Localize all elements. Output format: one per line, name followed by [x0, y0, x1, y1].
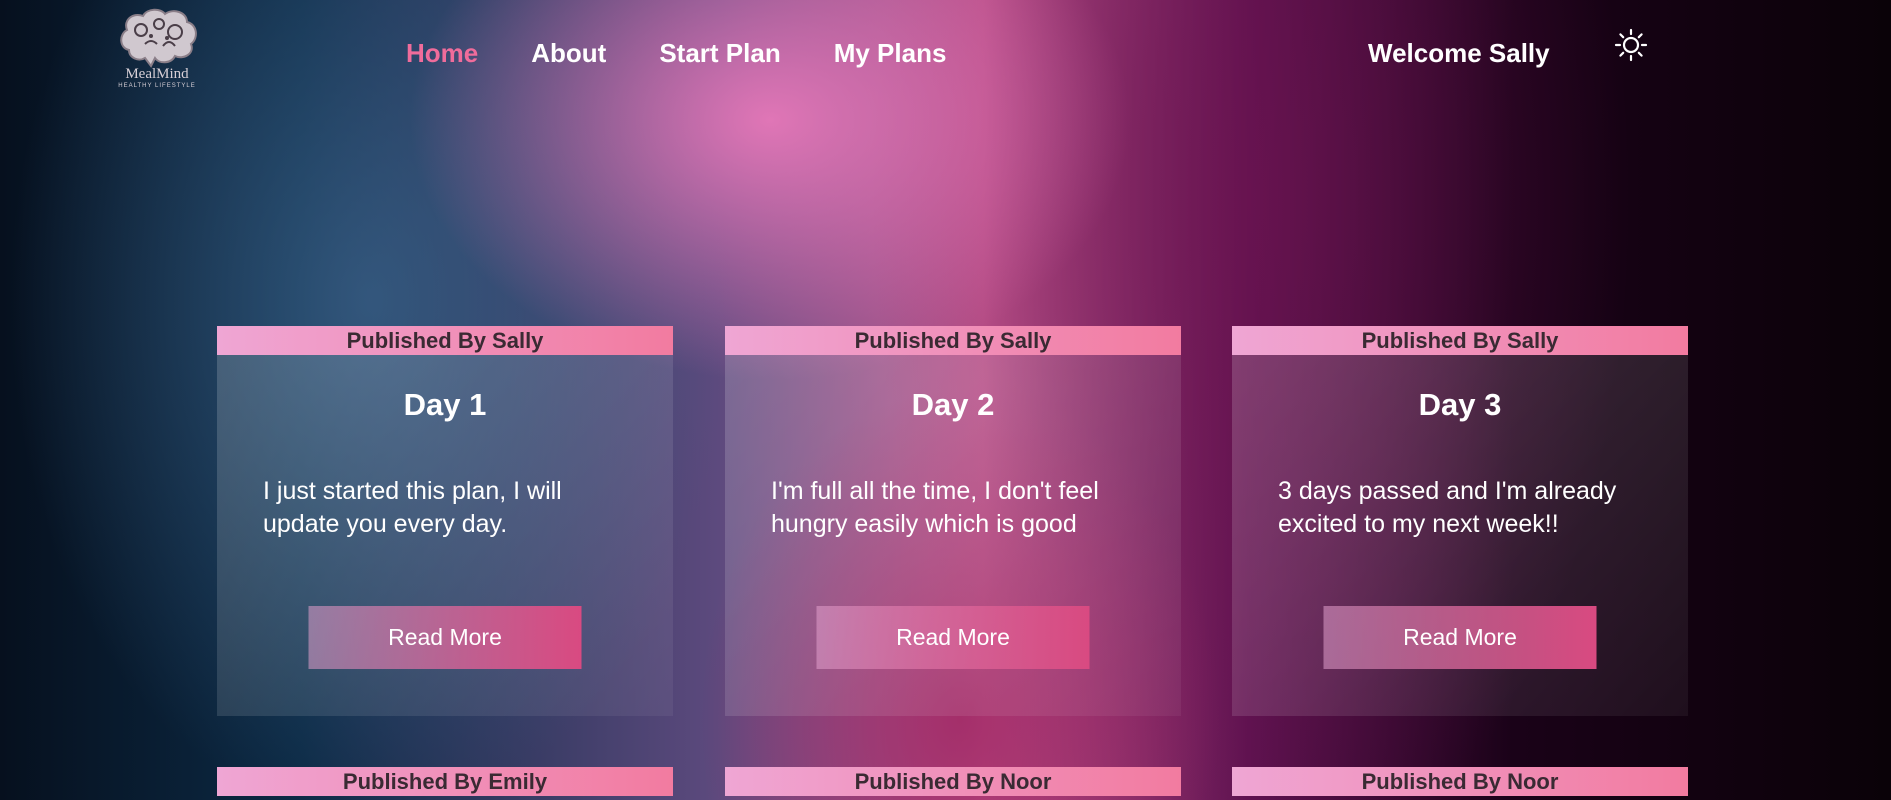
read-more-button[interactable]: Read More [816, 606, 1090, 669]
post-card: Published By Sally Day 1 I just started … [217, 326, 673, 716]
card-body: I'm full all the time, I don't feel hung… [771, 477, 1099, 538]
nav-home[interactable]: Home [406, 38, 478, 69]
logo[interactable]: MealMind HEALTHY LIFESTYLE [112, 6, 202, 102]
post-card: Published By Sally Day 3 3 days passed a… [1232, 326, 1688, 716]
card-publisher: Published By Sally [725, 326, 1181, 355]
card-publisher: Published By Emily [217, 767, 673, 796]
card-title: Day 3 [1418, 387, 1502, 422]
brain-logo-icon [120, 8, 197, 68]
read-more-button[interactable]: Read More [1323, 606, 1597, 669]
post-card: Published By Sally Day 2 I'm full all th… [725, 326, 1181, 716]
nav-my-plans[interactable]: My Plans [834, 38, 947, 69]
card-publisher: Published By Noor [725, 767, 1181, 796]
card-title: Day 2 [911, 387, 995, 422]
theme-toggle-button[interactable] [1614, 28, 1648, 62]
card-title: Day 1 [403, 387, 487, 422]
read-more-button[interactable]: Read More [308, 606, 582, 669]
card-body: 3 days passed and I'm already excited to… [1278, 477, 1617, 538]
nav-start-plan[interactable]: Start Plan [659, 38, 780, 69]
main-nav: Home About Start Plan My Plans [406, 38, 946, 69]
brand-tagline: HEALTHY LIFESTYLE [118, 83, 196, 89]
sun-icon [1614, 28, 1648, 62]
welcome-message: Welcome Sally [1368, 38, 1550, 68]
card-publisher: Published By Noor [1232, 767, 1688, 796]
card-body: I just started this plan, I will update … [263, 477, 562, 538]
nav-about[interactable]: About [531, 38, 606, 69]
brand-name: MealMind [125, 66, 189, 82]
card-publisher: Published By Sally [217, 326, 673, 355]
card-publisher: Published By Sally [1232, 326, 1688, 355]
